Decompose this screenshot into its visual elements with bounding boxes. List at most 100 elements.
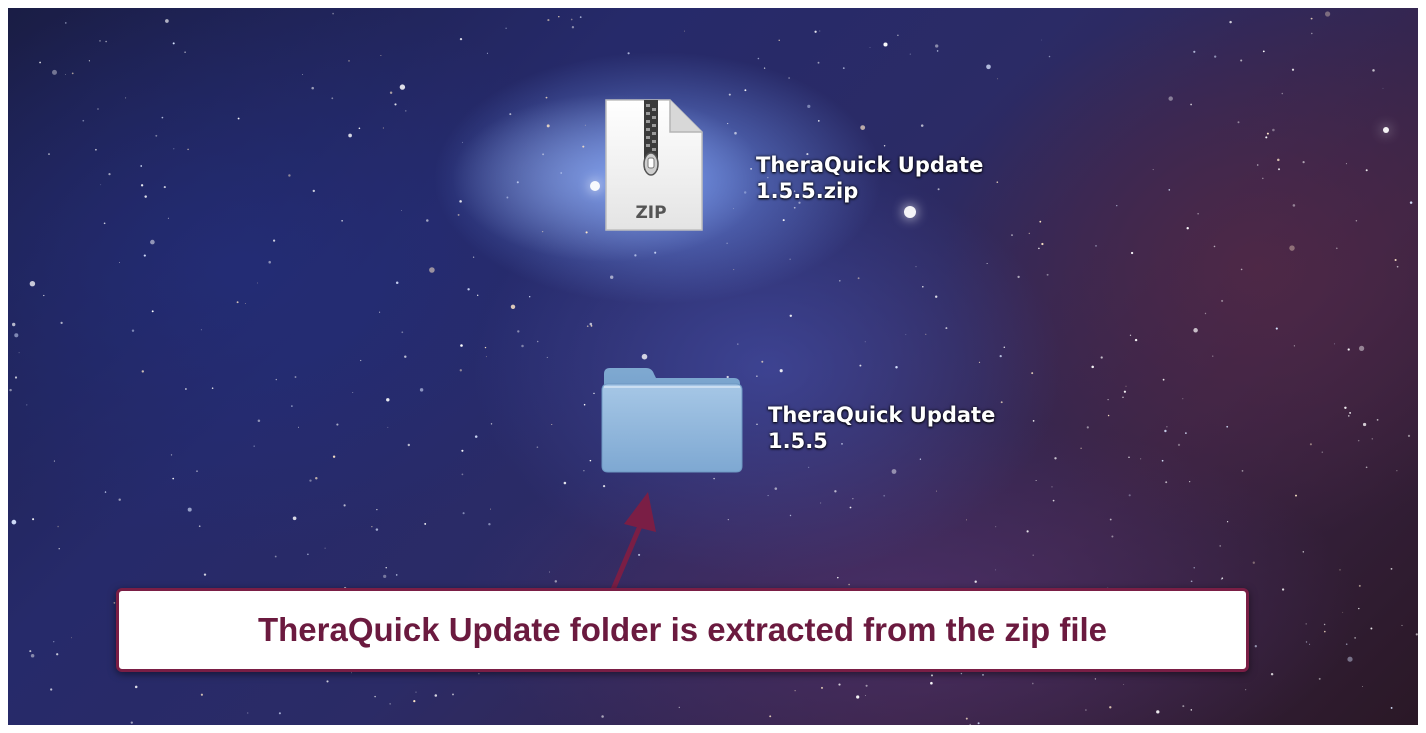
star (560, 172, 563, 174)
star (64, 22, 67, 24)
star (14, 376, 18, 379)
star (1347, 656, 1353, 662)
star (1040, 39, 1042, 41)
star (789, 258, 791, 260)
star (161, 116, 164, 119)
star (32, 518, 35, 521)
zip-file-label[interactable]: TheraQuick Update 1.5.5.zip (756, 152, 983, 204)
star (1289, 245, 1295, 251)
callout-text: TheraQuick Update folder is extracted fr… (257, 611, 1108, 648)
star (1292, 204, 1296, 207)
star (849, 506, 852, 509)
star (727, 519, 729, 521)
star (1281, 588, 1285, 591)
star (155, 134, 158, 137)
star (95, 148, 97, 151)
star (294, 376, 297, 378)
star (1240, 268, 1243, 271)
star (883, 42, 888, 47)
star (986, 64, 991, 70)
star (312, 189, 315, 193)
star (332, 455, 336, 458)
star (167, 217, 169, 219)
star (1318, 677, 1321, 680)
star (462, 512, 465, 515)
star (375, 528, 379, 531)
star (517, 330, 520, 333)
star (125, 97, 127, 99)
star (119, 262, 120, 263)
star (1161, 459, 1164, 462)
star (1357, 439, 1360, 442)
star (1017, 275, 1020, 279)
star (774, 487, 778, 490)
star (424, 522, 427, 525)
star (737, 343, 739, 345)
star (541, 230, 544, 233)
star (374, 695, 376, 698)
star (172, 477, 175, 480)
star (641, 353, 648, 360)
star (1134, 338, 1138, 342)
star (1358, 345, 1365, 352)
star (113, 602, 116, 604)
star (383, 574, 387, 579)
star (589, 459, 592, 462)
star (997, 78, 999, 80)
star (930, 681, 933, 685)
star (1270, 672, 1274, 676)
star (459, 200, 462, 203)
star (1190, 580, 1193, 583)
star (341, 220, 343, 222)
star (969, 723, 971, 725)
star (172, 42, 175, 45)
star (1256, 164, 1259, 166)
star (1355, 220, 1358, 222)
star (165, 19, 169, 23)
star (789, 314, 793, 318)
star (58, 548, 60, 550)
star (1166, 426, 1168, 428)
star (459, 369, 462, 372)
star (413, 699, 416, 703)
star (1193, 328, 1198, 333)
star (767, 495, 769, 497)
star (1409, 201, 1413, 204)
star (150, 239, 155, 245)
star (1123, 390, 1127, 393)
zip-file-icon: ZIP (605, 99, 703, 231)
star (26, 404, 28, 406)
star (935, 490, 937, 492)
star (1028, 232, 1030, 235)
star (203, 573, 207, 576)
star (864, 695, 866, 696)
zip-file-item[interactable]: ZIP TheraQuick Update 1.5.5.zip (598, 96, 1018, 246)
star (52, 69, 57, 75)
star (570, 18, 573, 21)
folder-item[interactable]: TheraQuick Update 1.5.5 (598, 364, 1038, 484)
star (1349, 411, 1352, 414)
star (1182, 705, 1185, 708)
star (394, 103, 397, 106)
star (638, 553, 641, 556)
star (744, 89, 747, 92)
star (99, 40, 101, 42)
star (1266, 132, 1269, 135)
star (1302, 551, 1305, 553)
star (12, 322, 16, 327)
star (1323, 623, 1326, 626)
star (1382, 87, 1384, 89)
star (1031, 682, 1034, 685)
star (761, 360, 764, 363)
star (1281, 92, 1284, 95)
star (505, 27, 507, 29)
star (856, 695, 860, 699)
star (43, 294, 45, 297)
star (571, 26, 575, 29)
star (97, 108, 99, 110)
star (1123, 684, 1125, 685)
folder-label[interactable]: TheraQuick Update 1.5.5 (768, 402, 995, 454)
star (610, 275, 614, 279)
star (945, 327, 948, 330)
star (1193, 567, 1195, 569)
